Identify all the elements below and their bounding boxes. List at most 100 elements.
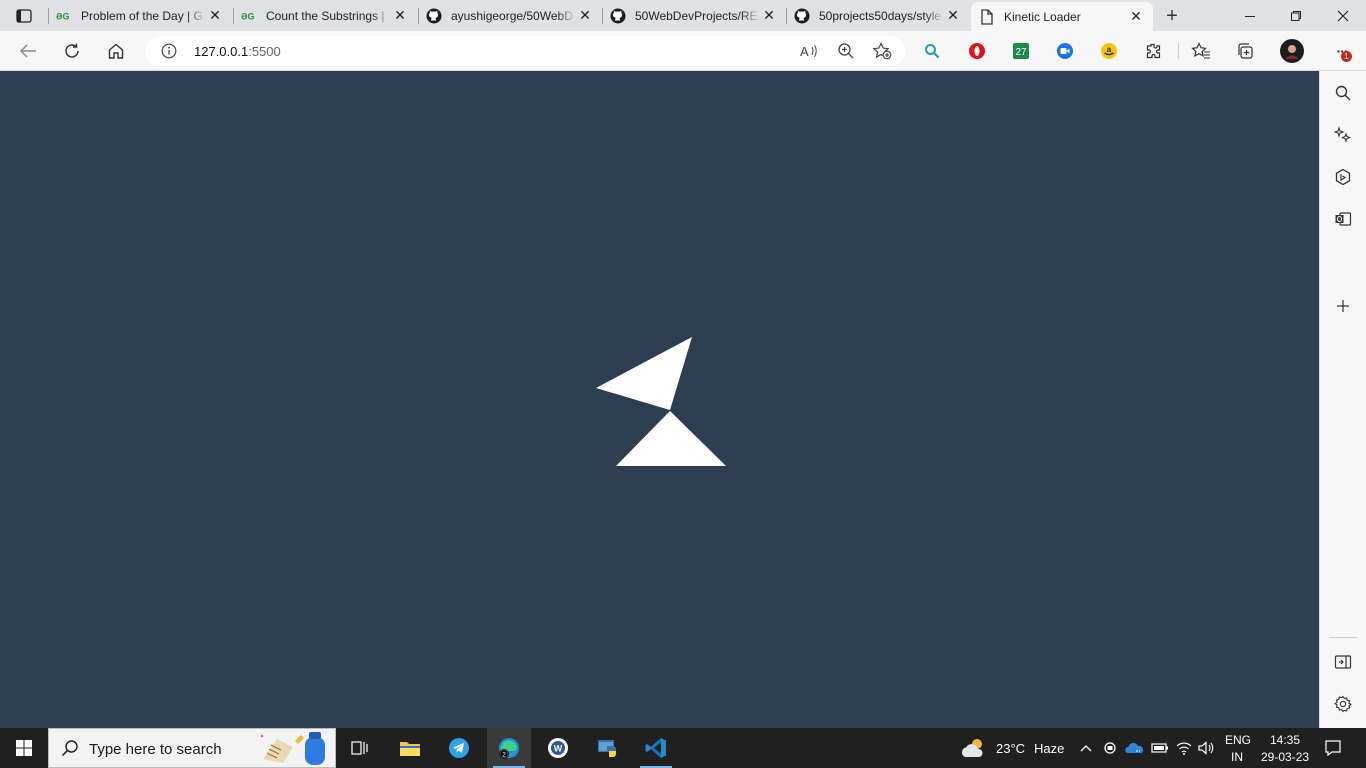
svg-text:ƏG: ƏG bbox=[56, 11, 69, 20]
word-app[interactable]: W bbox=[536, 728, 580, 768]
search-extension-icon[interactable] bbox=[921, 40, 943, 62]
tab-close-icon[interactable]: ✕ bbox=[391, 7, 409, 25]
vscode-app[interactable] bbox=[634, 728, 678, 768]
sidebar-outlook-icon[interactable] bbox=[1330, 206, 1356, 232]
windows-logo-icon bbox=[16, 740, 32, 756]
page-viewport bbox=[0, 71, 1319, 728]
python-app[interactable] bbox=[586, 728, 630, 768]
volume-icon[interactable] bbox=[1196, 738, 1216, 758]
settings-and-more-button[interactable]: ··· 1 bbox=[1327, 39, 1357, 63]
tab-title: Count the Substrings | bbox=[266, 8, 385, 23]
add-favorite-icon[interactable] bbox=[871, 41, 893, 61]
github-icon bbox=[794, 8, 810, 24]
python-icon bbox=[598, 740, 616, 757]
search-highlight-illustration bbox=[257, 729, 335, 767]
home-button[interactable] bbox=[102, 37, 130, 65]
site-info-icon[interactable] bbox=[161, 43, 177, 62]
github-icon bbox=[610, 8, 626, 24]
geeksforgeeks-icon: ƏG bbox=[56, 8, 72, 24]
wifi-icon[interactable] bbox=[1174, 738, 1194, 758]
tab-count-the-substrings[interactable]: ƏG Count the Substrings | ✕ bbox=[233, 0, 417, 31]
sidebar-hide-icon[interactable] bbox=[1330, 649, 1356, 675]
calendar-badge-text: 27 bbox=[1015, 47, 1027, 58]
tab-strip: ƏG Problem of the Day | G ✕ ƏG Count the… bbox=[0, 0, 1366, 31]
url-host: 127.0.0.1 bbox=[194, 44, 249, 59]
edge-icon: 2 bbox=[499, 738, 519, 759]
clock-time[interactable]: 14:35 bbox=[1270, 733, 1300, 747]
tab-close-icon[interactable]: ✕ bbox=[760, 7, 778, 25]
clock-date[interactable]: 29-03-23 bbox=[1261, 750, 1309, 764]
svg-text:A: A bbox=[800, 44, 809, 59]
address-bar[interactable]: 127.0.0.1:5500 A bbox=[145, 36, 905, 66]
tab-title: Problem of the Day | G bbox=[81, 8, 203, 23]
tab-50webdevprojects[interactable]: 50WebDevProjects/RE ✕ bbox=[602, 0, 786, 31]
sidebar-discover-icon[interactable] bbox=[1330, 122, 1356, 148]
tab-close-icon[interactable]: ✕ bbox=[944, 7, 962, 25]
tab-ayushigeorge-repo[interactable]: ayushigeorge/50WebD ✕ bbox=[418, 0, 602, 31]
tab-actions-icon[interactable] bbox=[10, 6, 38, 26]
page-icon bbox=[979, 8, 995, 25]
weather-icon[interactable] bbox=[960, 737, 990, 762]
region-indicator[interactable]: IN bbox=[1231, 750, 1243, 764]
edge-browser-app[interactable]: 2 bbox=[487, 728, 531, 768]
task-view-icon bbox=[351, 741, 368, 755]
minimize-button[interactable] bbox=[1227, 0, 1273, 31]
sidebar-search-icon[interactable] bbox=[1330, 80, 1356, 106]
notification-center-icon[interactable] bbox=[1323, 738, 1343, 758]
taskbar-search-box[interactable]: Type here to search bbox=[48, 728, 336, 768]
new-tab-button[interactable]: + bbox=[1160, 4, 1184, 28]
favorites-icon[interactable] bbox=[1190, 40, 1212, 62]
toolbar-divider bbox=[1178, 43, 1179, 59]
profile-avatar[interactable] bbox=[1279, 38, 1305, 64]
tab-close-icon[interactable]: ✕ bbox=[576, 7, 594, 25]
collections-icon[interactable] bbox=[1234, 40, 1256, 62]
weather-condition[interactable]: Haze bbox=[1034, 741, 1064, 756]
onedrive-icon[interactable] bbox=[1125, 738, 1145, 758]
amazon-assistant-icon[interactable]: a bbox=[1098, 40, 1120, 62]
tab-separator bbox=[48, 8, 49, 24]
telegram-app[interactable] bbox=[437, 728, 481, 768]
language-indicator[interactable]: ENG bbox=[1225, 733, 1251, 747]
back-button[interactable] bbox=[14, 37, 42, 65]
extensions-icon[interactable] bbox=[1142, 40, 1164, 62]
tab-title: 50WebDevProjects/RE bbox=[635, 8, 758, 23]
screen-recorder-extension-icon[interactable] bbox=[1054, 40, 1076, 62]
show-hidden-icons-chevron-icon[interactable] bbox=[1076, 738, 1096, 758]
url-port: :5500 bbox=[248, 44, 281, 59]
opera-extension-icon[interactable] bbox=[966, 40, 988, 62]
weather-temperature[interactable]: 23°C bbox=[996, 741, 1025, 756]
refresh-button[interactable] bbox=[58, 37, 86, 65]
tab-close-icon[interactable]: ✕ bbox=[206, 7, 224, 25]
sidebar-bing-chat-icon[interactable] bbox=[1330, 164, 1356, 190]
notification-badge: 1 bbox=[1341, 51, 1352, 62]
sidebar-settings-icon[interactable] bbox=[1330, 691, 1356, 717]
zoom-icon[interactable] bbox=[835, 41, 857, 61]
read-aloud-icon[interactable]: A bbox=[799, 41, 821, 61]
tab-50projects50days[interactable]: 50projects50days/style ✕ bbox=[786, 0, 970, 31]
sidebar-add-icon[interactable] bbox=[1330, 293, 1356, 319]
restore-button[interactable] bbox=[1273, 0, 1319, 31]
word-icon: W bbox=[548, 738, 568, 758]
task-view-button[interactable] bbox=[338, 728, 382, 768]
tab-title: 50projects50days/style bbox=[819, 8, 942, 23]
svg-text:W: W bbox=[554, 744, 563, 754]
start-button[interactable] bbox=[0, 728, 48, 768]
loader-triangle-bottom bbox=[616, 411, 726, 466]
close-window-button[interactable] bbox=[1320, 0, 1366, 31]
svg-text:a: a bbox=[1107, 45, 1112, 54]
meet-now-icon[interactable] bbox=[1101, 738, 1121, 758]
telegram-icon bbox=[449, 738, 469, 758]
tab-kinetic-loader[interactable]: Kinetic Loader ✕ bbox=[971, 2, 1153, 31]
calendar-extension-icon[interactable]: 27 bbox=[1010, 40, 1032, 62]
github-icon bbox=[426, 8, 442, 24]
svg-text:ƏG: ƏG bbox=[241, 11, 254, 20]
tab-close-icon[interactable]: ✕ bbox=[1127, 8, 1145, 26]
tab-problem-of-the-day[interactable]: ƏG Problem of the Day | G ✕ bbox=[48, 0, 232, 31]
search-placeholder: Type here to search bbox=[89, 741, 222, 758]
battery-icon[interactable] bbox=[1150, 738, 1170, 758]
tab-separator bbox=[786, 8, 787, 24]
tab-separator bbox=[418, 8, 419, 24]
loader-triangle-top bbox=[596, 337, 692, 410]
browser-toolbar: 127.0.0.1:5500 A 27 a ··· 1 bbox=[0, 31, 1366, 71]
file-explorer-app[interactable] bbox=[388, 728, 432, 768]
